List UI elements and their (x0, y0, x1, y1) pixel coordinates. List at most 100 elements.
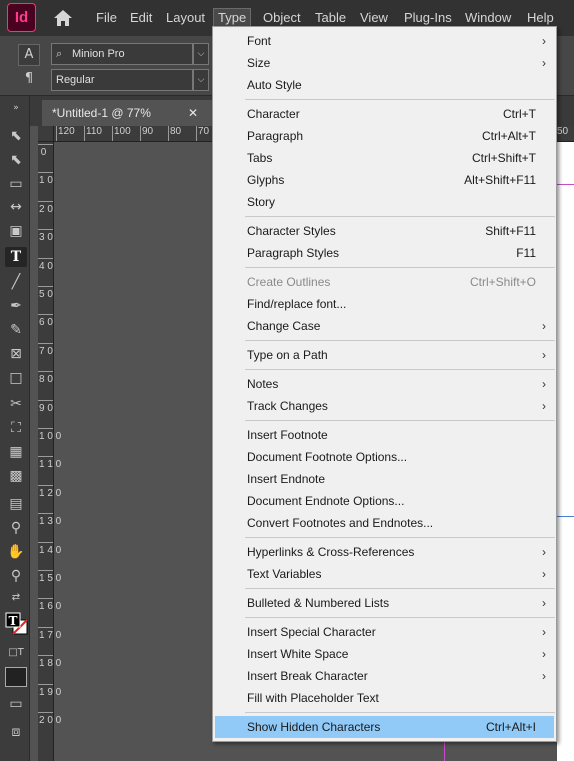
menu-item-hyperlinks-cross-references[interactable]: Hyperlinks & Cross-References › (215, 541, 554, 563)
menu-item-glyphs[interactable]: Glyphs Alt+Shift+F11 (215, 169, 554, 191)
menu-item-label: Size (247, 56, 271, 70)
menu-item-find-replace-font[interactable]: Find/replace font... (215, 293, 554, 315)
font-family-dropdown-chevron-icon[interactable]: ⌵ (193, 43, 209, 65)
home-icon[interactable] (52, 8, 74, 28)
menu-help[interactable]: Help (527, 9, 554, 27)
menu-window[interactable]: Window (465, 9, 511, 27)
ruler-tick (38, 172, 53, 173)
menu-item-label: Character Styles (247, 224, 336, 238)
gradient-feather-tool-icon[interactable]: ▩ (5, 466, 27, 486)
ruler-label: 4 0 (39, 261, 53, 272)
selection-tool-icon[interactable]: ⬉ (5, 126, 27, 146)
rectangle-tool-icon[interactable]: □ (5, 368, 27, 388)
menu-separator (245, 537, 555, 538)
menu-item-paragraph-styles[interactable]: Paragraph Styles F11 (215, 242, 554, 264)
view-options-icon[interactable]: ▭ (5, 694, 27, 714)
menu-view[interactable]: View (360, 9, 388, 27)
menu-item-bulleted-numbered-lists[interactable]: Bulleted & Numbered Lists › (215, 592, 554, 614)
ruler-tick (38, 542, 53, 543)
ruler-tick (38, 400, 53, 401)
ruler-tick (38, 144, 53, 145)
line-tool-icon[interactable]: ╱ (5, 272, 27, 292)
menu-item-shortcut: Ctrl+Shift+O (469, 275, 536, 289)
menu-item-change-case[interactable]: Change Case › (215, 315, 554, 337)
menu-layout[interactable]: Layout (166, 9, 205, 27)
content-collector-icon[interactable]: ▣ (5, 221, 27, 241)
ruler-label: 100 (114, 126, 131, 137)
menu-item-create-outlines: Create Outlines Ctrl+Shift+O (215, 271, 554, 293)
direct-selection-tool-icon[interactable]: ⬉ (5, 150, 27, 170)
apply-color-icon[interactable] (5, 667, 27, 687)
menu-item-size[interactable]: Size › (215, 52, 554, 74)
note-tool-icon[interactable]: ▤ (5, 494, 27, 514)
menu-file[interactable]: File (96, 9, 117, 27)
menu-item-insert-special-character[interactable]: Insert Special Character › (215, 621, 554, 643)
menu-type[interactable]: Type (213, 8, 252, 28)
document-tab[interactable]: *Untitled-1 @ 77% ✕ (42, 100, 212, 126)
document-page[interactable] (557, 142, 574, 761)
close-tab-icon[interactable]: ✕ (188, 100, 198, 126)
eyedropper-tool-icon[interactable]: ⚲ (5, 518, 27, 538)
menu-item-label: Insert Break Character (247, 669, 368, 683)
zoom-tool-icon[interactable]: ⚲ (5, 566, 27, 586)
ruler-label: 1 0 (39, 175, 53, 186)
menu-item-story[interactable]: Story (215, 191, 554, 213)
hand-tool-icon[interactable]: ✋ (5, 542, 27, 562)
gap-tool-icon[interactable]: ↔ (5, 197, 27, 217)
menu-item-label: Fill with Placeholder Text (247, 691, 379, 705)
page-tool-icon[interactable]: ▭ (5, 174, 27, 194)
menu-item-paragraph[interactable]: Paragraph Ctrl+Alt+T (215, 125, 554, 147)
menu-separator (245, 340, 555, 341)
menu-item-character[interactable]: Character Ctrl+T (215, 103, 554, 125)
scissors-tool-icon[interactable]: ✂ (5, 394, 27, 414)
pencil-tool-icon[interactable]: ✎ (5, 320, 27, 340)
menu-item-insert-break-character[interactable]: Insert Break Character › (215, 665, 554, 687)
menu-item-font[interactable]: Font › (215, 30, 554, 52)
menu-item-shortcut: Ctrl+Alt+T (481, 129, 536, 143)
gradient-swatch-tool-icon[interactable]: ▦ (5, 442, 27, 462)
menu-item-show-hidden-characters[interactable]: Show Hidden Characters Ctrl+Alt+I (215, 716, 554, 738)
font-family-field[interactable]: ⌕ Minion Pro (51, 43, 193, 65)
menu-edit[interactable]: Edit (130, 9, 152, 27)
menu-item-text-variables[interactable]: Text Variables › (215, 563, 554, 585)
collapse-panel-icon[interactable]: » (5, 98, 27, 118)
menu-item-insert-footnote[interactable]: Insert Footnote (215, 424, 554, 446)
menu-item-label: Hyperlinks & Cross-References (247, 545, 415, 559)
menu-item-type-on-a-path[interactable]: Type on a Path › (215, 344, 554, 366)
vertical-ruler[interactable]: 0 1 0 2 0 3 0 4 0 5 0 6 0 7 0 8 0 9 0 1 0 0 1 1 0 1 … (38, 142, 61, 761)
screen-mode-icon[interactable]: ⧈ (5, 722, 27, 742)
rectangle-frame-tool-icon[interactable]: ⊠ (5, 344, 27, 364)
free-transform-tool-icon[interactable]: ⛶ (5, 418, 27, 438)
menu-plug-ins[interactable]: Plug-Ins (404, 9, 452, 27)
menu-table[interactable]: Table (315, 9, 346, 27)
ruler-tick (38, 428, 53, 429)
menu-item-document-endnote-options[interactable]: Document Endnote Options... (215, 490, 554, 512)
menu-item-convert-footnotes-and-endnotes[interactable]: Convert Footnotes and Endnotes... (215, 512, 554, 534)
menu-item-character-styles[interactable]: Character Styles Shift+F11 (215, 220, 554, 242)
font-style-dropdown-chevron-icon[interactable]: ⌵ (193, 69, 209, 91)
menu-item-insert-endnote[interactable]: Insert Endnote (215, 468, 554, 490)
menu-item-document-footnote-options[interactable]: Document Footnote Options... (215, 446, 554, 468)
ruler-tick (38, 655, 53, 656)
paragraph-formatting-button[interactable]: ¶ (18, 68, 40, 90)
pen-tool-icon[interactable]: ✒ (5, 296, 27, 316)
menu-item-label: Find/replace font... (247, 297, 347, 311)
menu-separator (245, 369, 555, 370)
fill-stroke-swatch-icon[interactable]: T (5, 610, 29, 638)
submenu-arrow-icon: › (542, 319, 546, 333)
ruler-origin[interactable] (38, 126, 54, 142)
character-formatting-button[interactable]: A (18, 44, 40, 66)
formatting-affects-text-icon[interactable]: □T (5, 643, 27, 663)
menu-item-auto-style[interactable]: Auto Style (215, 74, 554, 96)
menu-item-insert-white-space[interactable]: Insert White Space › (215, 643, 554, 665)
type-tool-icon[interactable]: T (5, 247, 27, 267)
font-style-field[interactable]: Regular (51, 69, 193, 91)
menu-object[interactable]: Object (263, 9, 301, 27)
menu-item-track-changes[interactable]: Track Changes › (215, 395, 554, 417)
menu-separator (245, 420, 555, 421)
menu-item-fill-with-placeholder-text[interactable]: Fill with Placeholder Text (215, 687, 554, 709)
menu-item-notes[interactable]: Notes › (215, 373, 554, 395)
menu-item-tabs[interactable]: Tabs Ctrl+Shift+T (215, 147, 554, 169)
swap-fill-stroke-icon[interactable]: ⇄ (5, 588, 27, 608)
menu-item-label: Document Endnote Options... (247, 494, 405, 508)
